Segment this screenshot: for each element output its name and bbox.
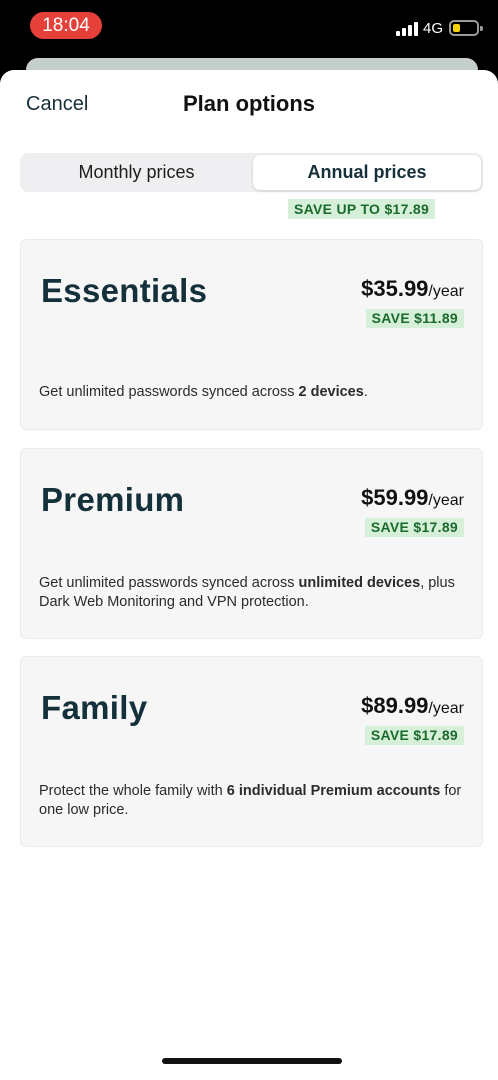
cellular-signal-icon [396,22,418,36]
save-badge: SAVE $17.89 [364,726,464,745]
home-indicator[interactable] [162,1058,342,1064]
plan-options-sheet: Cancel Plan options Monthly prices Annua… [0,70,498,1080]
plan-description: Get unlimited passwords synced across 2 … [39,384,368,400]
plan-price: $35.99/year [361,276,464,302]
status-time: 18:04 [30,12,102,39]
battery-icon [449,20,483,36]
plan-price: $89.99/year [361,693,464,719]
plan-name: Essentials [41,272,208,309]
plan-description: Protect the whole family with 6 individu… [39,783,462,818]
plan-name: Premium [41,481,185,518]
price-amount: $89.99 [361,693,429,718]
save-up-to-badge: SAVE UP TO $17.89 [288,199,436,219]
annual-prices-tab[interactable]: Annual prices [253,155,481,190]
plan-description: Get unlimited passwords synced across un… [39,575,455,610]
monthly-prices-tab[interactable]: Monthly prices [22,155,251,190]
price-period-toggle: Monthly prices Annual prices [20,153,483,192]
status-bar: 18:04 4G [0,0,498,56]
save-badge: SAVE $17.89 [364,518,464,537]
price-amount: $35.99 [361,276,429,301]
price-amount: $59.99 [361,485,429,510]
plan-price: $59.99/year [361,485,464,511]
plan-card-premium[interactable]: Premium $59.99/year SAVE $17.89 Get unli… [20,448,483,639]
price-period: /year [428,492,464,509]
network-type: 4G [423,20,444,37]
save-badge: SAVE $11.89 [365,309,464,328]
price-period: /year [428,283,464,300]
plan-card-essentials[interactable]: Essentials $35.99/year SAVE $11.89 Get u… [20,239,483,430]
page-title: Plan options [183,91,315,116]
screen: 18:04 4G Cancel Plan options Monthly pri… [0,0,498,1080]
plan-name: Family [41,689,148,726]
plan-card-family[interactable]: Family $89.99/year SAVE $17.89 Protect t… [20,656,483,847]
price-period: /year [428,700,464,717]
